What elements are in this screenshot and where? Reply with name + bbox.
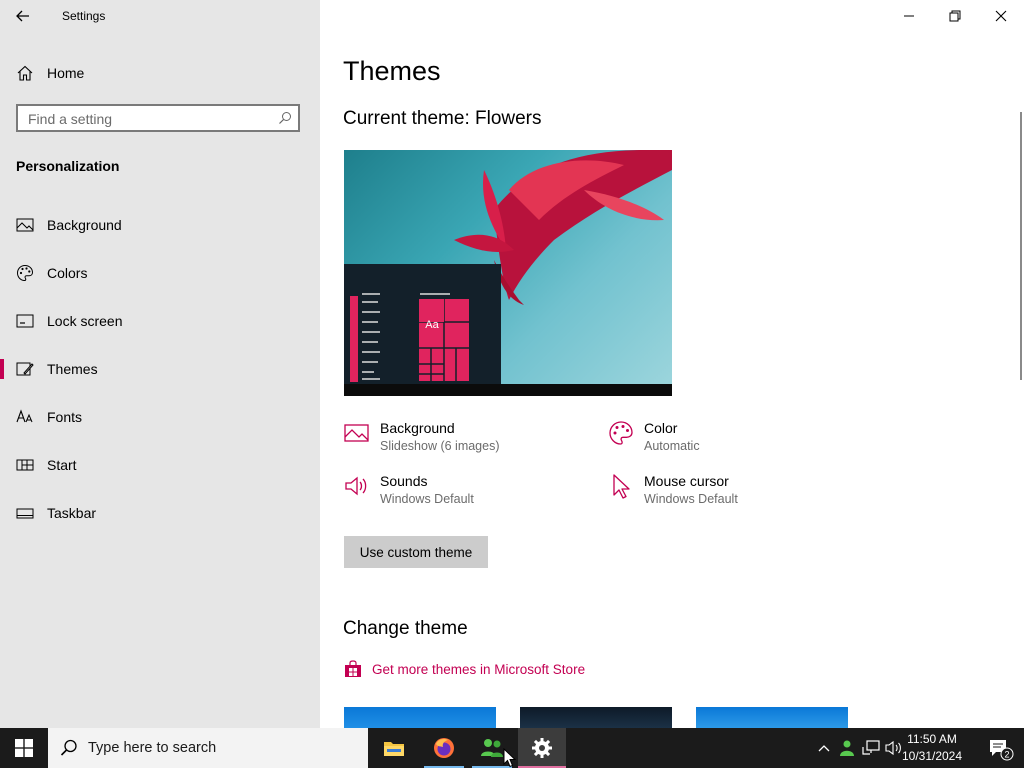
preview-start-menu: Aa bbox=[344, 264, 501, 384]
picture-icon bbox=[16, 218, 34, 232]
notification-count: 2 bbox=[1004, 750, 1009, 760]
section-title: Personalization bbox=[16, 158, 120, 174]
notification-icon: 2 bbox=[990, 740, 1014, 761]
sidebar-item-start[interactable]: Start bbox=[0, 443, 320, 487]
property-name: Background bbox=[380, 420, 455, 436]
sidebar-item-themes[interactable]: Themes bbox=[0, 347, 320, 391]
close-icon bbox=[995, 10, 1007, 22]
taskbar-icon bbox=[16, 508, 34, 519]
windows-logo-icon bbox=[15, 739, 33, 757]
sidebar-item-colors[interactable]: Colors bbox=[0, 251, 320, 295]
sidebar-item-label: Start bbox=[47, 457, 77, 473]
clock-time: 11:50 AM bbox=[907, 732, 957, 746]
action-center-button[interactable]: 2 bbox=[988, 737, 1014, 761]
property-value: Slideshow (6 images) bbox=[380, 439, 500, 453]
theme-thumbnail-windows[interactable] bbox=[344, 707, 496, 728]
theme-thumbnail-dark[interactable] bbox=[520, 707, 672, 728]
settings-gear-icon bbox=[532, 738, 552, 758]
current-theme-label: Current theme: Flowers bbox=[343, 108, 542, 129]
themes-icon bbox=[16, 362, 34, 376]
sidebar: Settings Home Personalization Background… bbox=[0, 0, 320, 728]
property-name: Mouse cursor bbox=[644, 473, 729, 489]
preview-tile-text: Aa bbox=[425, 319, 439, 331]
tray-people-button[interactable] bbox=[838, 738, 856, 758]
store-bag-icon bbox=[345, 660, 361, 677]
background-property[interactable]: Background Slideshow (6 images) bbox=[344, 420, 584, 460]
property-value: Windows Default bbox=[380, 492, 474, 506]
mouse-cursor-pointer bbox=[503, 748, 517, 768]
show-hidden-icons-button[interactable] bbox=[815, 738, 833, 758]
sidebar-item-label: Colors bbox=[47, 265, 88, 281]
sidebar-item-fonts[interactable]: Fonts bbox=[0, 395, 320, 439]
chevron-up-icon bbox=[818, 745, 830, 752]
sidebar-item-background[interactable]: Background bbox=[0, 203, 320, 247]
back-button[interactable] bbox=[12, 6, 34, 26]
speaker-icon bbox=[345, 476, 367, 496]
restore-button[interactable] bbox=[932, 0, 978, 32]
microsoft-store-link[interactable]: Get more themes in Microsoft Store bbox=[344, 660, 585, 678]
title-bar: Settings bbox=[0, 0, 320, 32]
page-title: Themes bbox=[343, 56, 441, 86]
theme-preview: Aa bbox=[344, 150, 672, 396]
close-button[interactable] bbox=[978, 0, 1024, 32]
taskbar-app-settings[interactable] bbox=[518, 728, 566, 768]
sidebar-item-lock-screen[interactable]: Lock screen bbox=[0, 299, 320, 343]
theme-thumbnail-windows-light[interactable] bbox=[696, 707, 848, 728]
minimize-button[interactable] bbox=[886, 0, 932, 32]
property-name: Color bbox=[644, 420, 678, 436]
sidebar-item-label: Fonts bbox=[47, 409, 83, 425]
settings-search-input[interactable] bbox=[28, 110, 268, 128]
clock-date: 10/31/2024 bbox=[901, 749, 963, 763]
settings-search[interactable] bbox=[16, 104, 300, 132]
scrollbar[interactable] bbox=[1020, 112, 1022, 380]
lock-screen-icon bbox=[16, 314, 34, 328]
people-app-tray-icon bbox=[840, 740, 854, 756]
home-label: Home bbox=[47, 65, 85, 81]
sidebar-item-label: Lock screen bbox=[47, 313, 123, 329]
content-pane: Themes Current theme: Flowers Aa Backgro… bbox=[320, 0, 1024, 728]
sidebar-item-label: Themes bbox=[47, 361, 98, 377]
search-icon bbox=[60, 739, 77, 756]
palette-icon bbox=[16, 264, 34, 282]
taskbar-app-firefox[interactable] bbox=[420, 728, 468, 768]
use-custom-theme-button[interactable]: Use custom theme bbox=[344, 536, 488, 568]
taskbar-search[interactable]: Type here to search bbox=[48, 728, 368, 768]
minimize-icon bbox=[904, 15, 914, 17]
back-arrow-icon bbox=[16, 10, 29, 22]
property-name: Sounds bbox=[380, 473, 428, 489]
store-link-text: Get more themes in Microsoft Store bbox=[372, 661, 586, 677]
palette-icon bbox=[609, 421, 633, 445]
start-button[interactable] bbox=[0, 728, 48, 768]
preview-start-menu-graphic: Aa bbox=[350, 293, 469, 382]
clock[interactable]: 11:50 AM 10/31/2024 bbox=[896, 731, 968, 765]
firefox-icon bbox=[434, 738, 454, 758]
preview-taskbar bbox=[344, 384, 672, 396]
file-explorer-icon bbox=[384, 742, 404, 756]
mouse-cursor-property[interactable]: Mouse cursor Windows Default bbox=[608, 473, 808, 513]
restore-icon bbox=[949, 10, 961, 22]
home-icon bbox=[17, 65, 33, 81]
taskbar-search-placeholder: Type here to search bbox=[88, 740, 217, 756]
fonts-icon bbox=[16, 409, 33, 423]
app-title: Settings bbox=[62, 9, 106, 23]
home-nav-item[interactable]: Home bbox=[16, 62, 84, 84]
sidebar-item-label: Background bbox=[47, 217, 122, 233]
sounds-property[interactable]: Sounds Windows Default bbox=[344, 473, 584, 513]
sidebar-item-label: Taskbar bbox=[47, 505, 97, 521]
start-icon bbox=[16, 459, 34, 471]
property-value: Windows Default bbox=[644, 492, 738, 506]
network-button[interactable] bbox=[862, 738, 880, 758]
network-icon bbox=[862, 740, 880, 755]
change-theme-heading: Change theme bbox=[343, 618, 468, 639]
sidebar-item-taskbar[interactable]: Taskbar bbox=[0, 491, 320, 535]
people-app-icon bbox=[481, 739, 503, 757]
search-icon[interactable] bbox=[278, 111, 292, 125]
picture-icon bbox=[344, 424, 369, 442]
mouse-pointer-icon bbox=[613, 474, 630, 499]
color-property[interactable]: Color Automatic bbox=[608, 420, 808, 460]
taskbar-app-file-explorer[interactable] bbox=[370, 728, 418, 768]
property-value: Automatic bbox=[644, 439, 700, 453]
